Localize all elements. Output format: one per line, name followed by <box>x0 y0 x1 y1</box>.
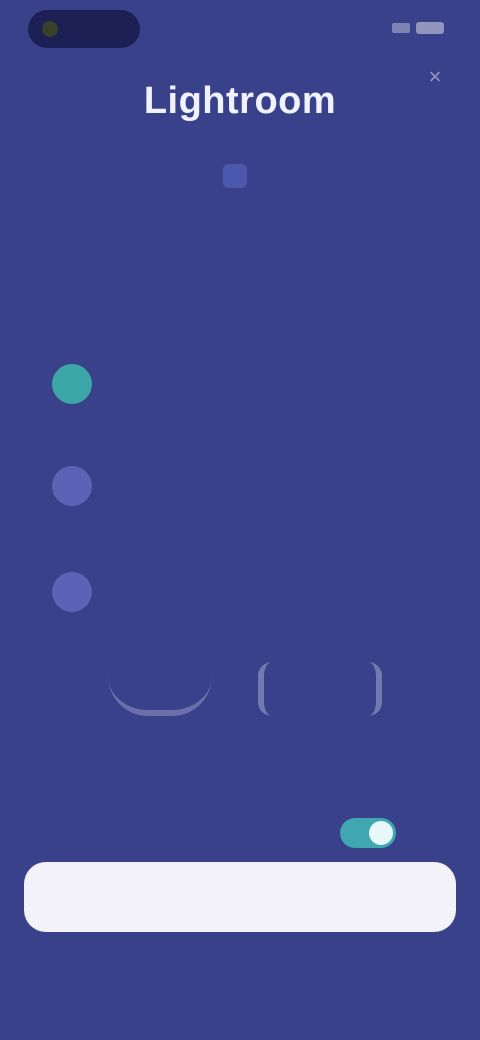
toggle-knob <box>369 821 393 845</box>
dynamic-island <box>28 10 140 48</box>
feature-item <box>48 462 428 552</box>
bell-icon <box>52 466 92 506</box>
status-bar <box>0 0 480 62</box>
brand-title: Lightroom <box>143 80 337 122</box>
trial-toggle-row <box>76 816 396 850</box>
app-icon <box>223 164 247 188</box>
rating-badge <box>258 662 382 716</box>
trial-toggle[interactable] <box>340 818 396 848</box>
status-indicators <box>392 22 444 34</box>
feature-item <box>48 360 428 446</box>
feature-list <box>48 344 428 678</box>
star-icon <box>52 572 92 612</box>
subtitle-row <box>0 164 480 188</box>
laurel-icon <box>108 674 212 716</box>
battery-icon <box>416 22 444 34</box>
signal-icon <box>392 23 410 33</box>
social-proof <box>108 656 388 722</box>
continue-button[interactable] <box>24 862 456 932</box>
check-icon <box>52 364 92 404</box>
camera-dot-icon <box>42 21 58 37</box>
